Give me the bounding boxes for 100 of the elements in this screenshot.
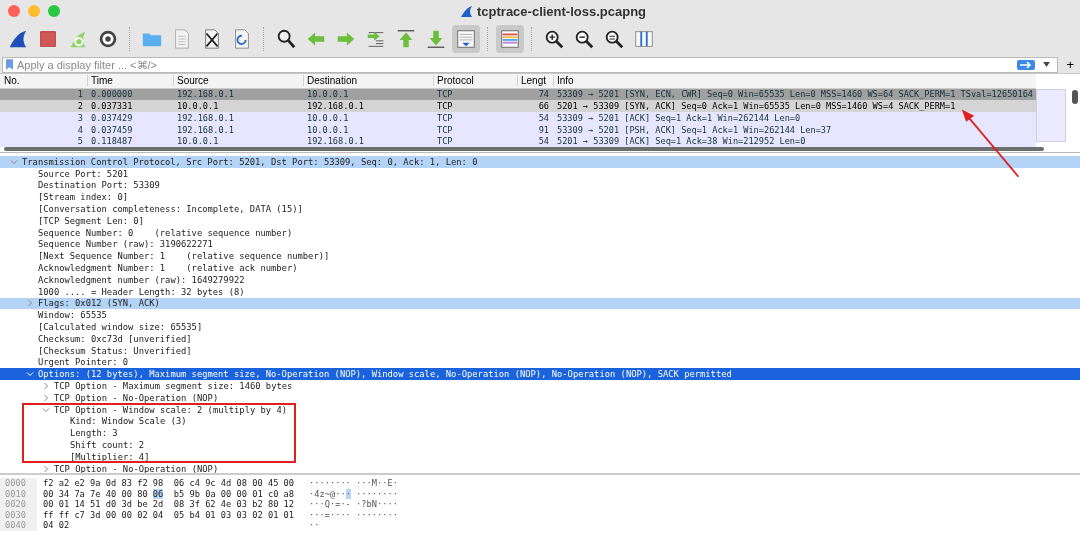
detail-field[interactable]: Kind: Window Scale (3) xyxy=(70,416,187,427)
expanded-caret-icon[interactable] xyxy=(42,405,50,414)
packet-cell-text: 5201 → 53309 [ACK] Seq=1 Ack=38 Win=212952 Len=0 xyxy=(556,136,807,147)
packet-cell-text: 192.168.0.1 xyxy=(176,124,235,135)
detail-field[interactable]: TCP Option - Maximum segment size: 1460 bytes xyxy=(54,381,293,392)
packet-row[interactable]: 3 0.037429 192.168.0.1 10.0.0.1 TCP 54 53309 → 5201 [ACK] Seq=1 Ack=1 Win=262144 Len=0 xyxy=(0,112,1036,124)
column-header[interactable]: Source xyxy=(173,75,303,87)
column-header[interactable]: Destination xyxy=(303,75,433,87)
packet-cell-text: 54 xyxy=(537,112,550,123)
detail-field[interactable]: Shift count: 2 xyxy=(70,440,145,450)
detail-field[interactable]: [Next Sequence Number: 1 (relative sequence number)] xyxy=(38,251,330,262)
hex-offset: 0010 xyxy=(0,488,37,499)
hex-bytes: 00 01 14 51 d0 3d be 2d 08 3f 62 4e 03 b2 80 12 xyxy=(42,499,296,510)
columns-icon xyxy=(633,28,655,50)
packet-cell-text: 53309 → 5201 [ACK] Seq=1 Ack=1 Win=262144 Len=0 xyxy=(556,112,802,123)
detail-field[interactable]: Flags: 0x012 (SYN, ACK) xyxy=(38,298,160,309)
zoom-out-icon xyxy=(573,28,595,50)
detail-field[interactable]: Acknowledgment number (raw): 1649279922 xyxy=(38,274,245,285)
display-filter-field[interactable]: Apply a display filter ... <⌘/> xyxy=(2,56,1059,73)
ascii-bytes: ···Q·=·- ·?bN···· xyxy=(309,499,398,510)
hex-bytes: 04 02 xyxy=(42,520,71,531)
detail-field[interactable]: TCP Option - Window scale: 2 (multiply by 4) xyxy=(54,404,288,415)
detail-field[interactable]: Window: 65535 xyxy=(38,310,107,321)
detail-field[interactable]: Sequence Number: 0 (relative sequence number) xyxy=(38,227,293,238)
packet-cell-text: TCP xyxy=(436,101,454,112)
add-filter-button[interactable]: + xyxy=(1062,57,1078,72)
column-header[interactable]: Lengt xyxy=(517,75,553,87)
bookmark-icon[interactable] xyxy=(6,59,13,70)
hex-offset: 0020 xyxy=(0,499,37,510)
ascii-bytes: ········ ···M··E· xyxy=(309,478,398,489)
detail-field[interactable]: Destination Port: 53309 xyxy=(38,180,160,191)
packet-cell-text: 10.0.0.1 xyxy=(176,101,220,112)
packet-cell-text: 0.037459 xyxy=(90,124,134,135)
packet-cell-text: 53309 → 5201 [PSH, ACK] Seq=1 Ack=1 Win=262144 Len=37 xyxy=(556,124,833,135)
packet-cell-text: 1 xyxy=(76,89,84,100)
packet-cell-text: 0.118487 xyxy=(90,136,134,147)
packet-cell-text: 10.0.0.1 xyxy=(306,112,350,123)
column-header[interactable]: Protocol xyxy=(433,75,517,87)
detail-field[interactable]: Urgent Pointer: 0 xyxy=(38,357,129,368)
packet-cell-text: 4 xyxy=(76,124,84,135)
collapsed-caret-icon[interactable] xyxy=(26,299,34,308)
detail-field[interactable]: [Calculated window size: 65535] xyxy=(38,322,203,333)
detail-field[interactable]: Length: 3 xyxy=(70,428,118,439)
expanded-caret-icon[interactable] xyxy=(26,370,34,379)
detail-field[interactable]: Sequence Number (raw): 3190622271 xyxy=(38,239,213,250)
down-arrow-icon xyxy=(425,28,447,50)
annotation-arrow xyxy=(960,108,1022,180)
detail-field[interactable]: Checksum: 0xc73d [unverified] xyxy=(38,333,192,344)
display-filter-field[interactable]: Apply a display filter ... <⌘/> xyxy=(17,58,1014,71)
detail-field[interactable]: [Stream index: 0] xyxy=(38,192,129,203)
detail-field[interactable]: 1000 .... = Header Length: 32 bytes (8) xyxy=(38,286,245,297)
packet-cell-text: 74 xyxy=(537,89,550,100)
colorize-tool-button[interactable] xyxy=(496,25,524,53)
packet-cell-text: 0.000000 xyxy=(90,89,134,100)
dropdown-caret-icon[interactable] xyxy=(1043,62,1051,67)
expanded-caret-icon[interactable] xyxy=(10,157,18,166)
autoscroll-tool-button[interactable] xyxy=(452,25,480,53)
up-arrow-icon xyxy=(395,28,417,50)
column-header[interactable]: No. xyxy=(0,75,87,87)
detail-field[interactable]: [Checksum Status: Unverified] xyxy=(38,345,192,356)
gear-icon xyxy=(97,28,119,50)
detail-field[interactable]: TCP Option - No-Operation (NOP) xyxy=(54,392,219,403)
detail-field[interactable]: [Multiplier: 4] xyxy=(70,451,150,462)
detail-field[interactable]: Source Port: 5201 xyxy=(38,168,129,179)
packet-cell-text: TCP xyxy=(436,136,454,147)
hex-bytes: 00 34 7a 7e 40 00 80 06 b5 9b 0a 00 00 01 c0 a8 xyxy=(42,488,296,499)
zoom-window-button[interactable] xyxy=(48,5,60,17)
ascii-bytes: ·4z~@··· ········ xyxy=(309,488,398,499)
collapsed-caret-icon[interactable] xyxy=(42,382,50,391)
packet-cell-text: 53309 → 5201 [SYN, ECN, CWR] Seq=0 Win=65535 Len=0 MSS=1460 WS=64 SACK_PERM=1 TSval=12650164 xyxy=(556,89,1034,100)
zoom-in-icon xyxy=(543,28,565,50)
column-header[interactable]: Time xyxy=(87,75,173,87)
packet-cell-text: 0.037429 xyxy=(90,112,134,123)
horizontal-scrollbar[interactable] xyxy=(4,147,1044,152)
detail-field[interactable]: [TCP Segment Len: 0] xyxy=(38,215,144,226)
collapsed-caret-icon[interactable] xyxy=(42,393,50,402)
hex-offset: 0040 xyxy=(0,520,37,531)
packet-cell-text: TCP xyxy=(436,124,454,135)
packet-cell-text: 54 xyxy=(537,136,550,147)
packet-row[interactable]: 5 0.118487 10.0.0.1 192.168.0.1 TCP 54 5201 → 53309 [ACK] Seq=1 Ack=38 Win=212952 Len=0 xyxy=(0,135,1036,148)
collapsed-caret-icon[interactable] xyxy=(42,464,50,473)
packet-cell-text: TCP xyxy=(436,112,454,123)
packet-cell-text: 5201 → 53309 [SYN, ACK] Seq=0 Ack=1 Win=65535 Len=0 MSS=1460 WS=4 SACK_PERM=1 xyxy=(556,101,957,112)
packet-cell-text: 91 xyxy=(537,124,550,135)
shark-fin-icon xyxy=(460,5,473,18)
packet-cell-text: 192.168.0.1 xyxy=(306,136,365,147)
detail-field[interactable]: Acknowledgment Number: 1 (relative ack number) xyxy=(38,263,298,274)
vertical-scrollbar[interactable] xyxy=(1072,90,1078,104)
packet-cell-text: 66 xyxy=(537,101,550,112)
packet-cell-text: 3 xyxy=(76,112,84,123)
detail-field[interactable]: [Conversation completeness: Incomplete, DATA (15)] xyxy=(38,204,303,215)
square-icon xyxy=(37,28,59,50)
packet-row[interactable]: 2 0.037331 10.0.0.1 192.168.0.1 TCP 66 5201 → 53309 [SYN, ACK] Seq=0 Ack=1 Win=65535 Len=0 MSS=1460 WS=4 SACK_PERM=1 xyxy=(0,100,1036,113)
hex-bytes: ff ff c7 3d 00 00 02 04 05 b4 01 03 03 02 01 01 xyxy=(42,509,296,520)
search-icon xyxy=(275,28,297,50)
close-window-button[interactable] xyxy=(8,5,20,17)
list-down-icon xyxy=(455,28,477,50)
column-header[interactable]: Info xyxy=(553,75,1036,87)
packet-cell-text: 192.168.0.1 xyxy=(176,89,235,100)
detail-field[interactable]: TCP Option - No-Operation (NOP) xyxy=(54,463,219,473)
